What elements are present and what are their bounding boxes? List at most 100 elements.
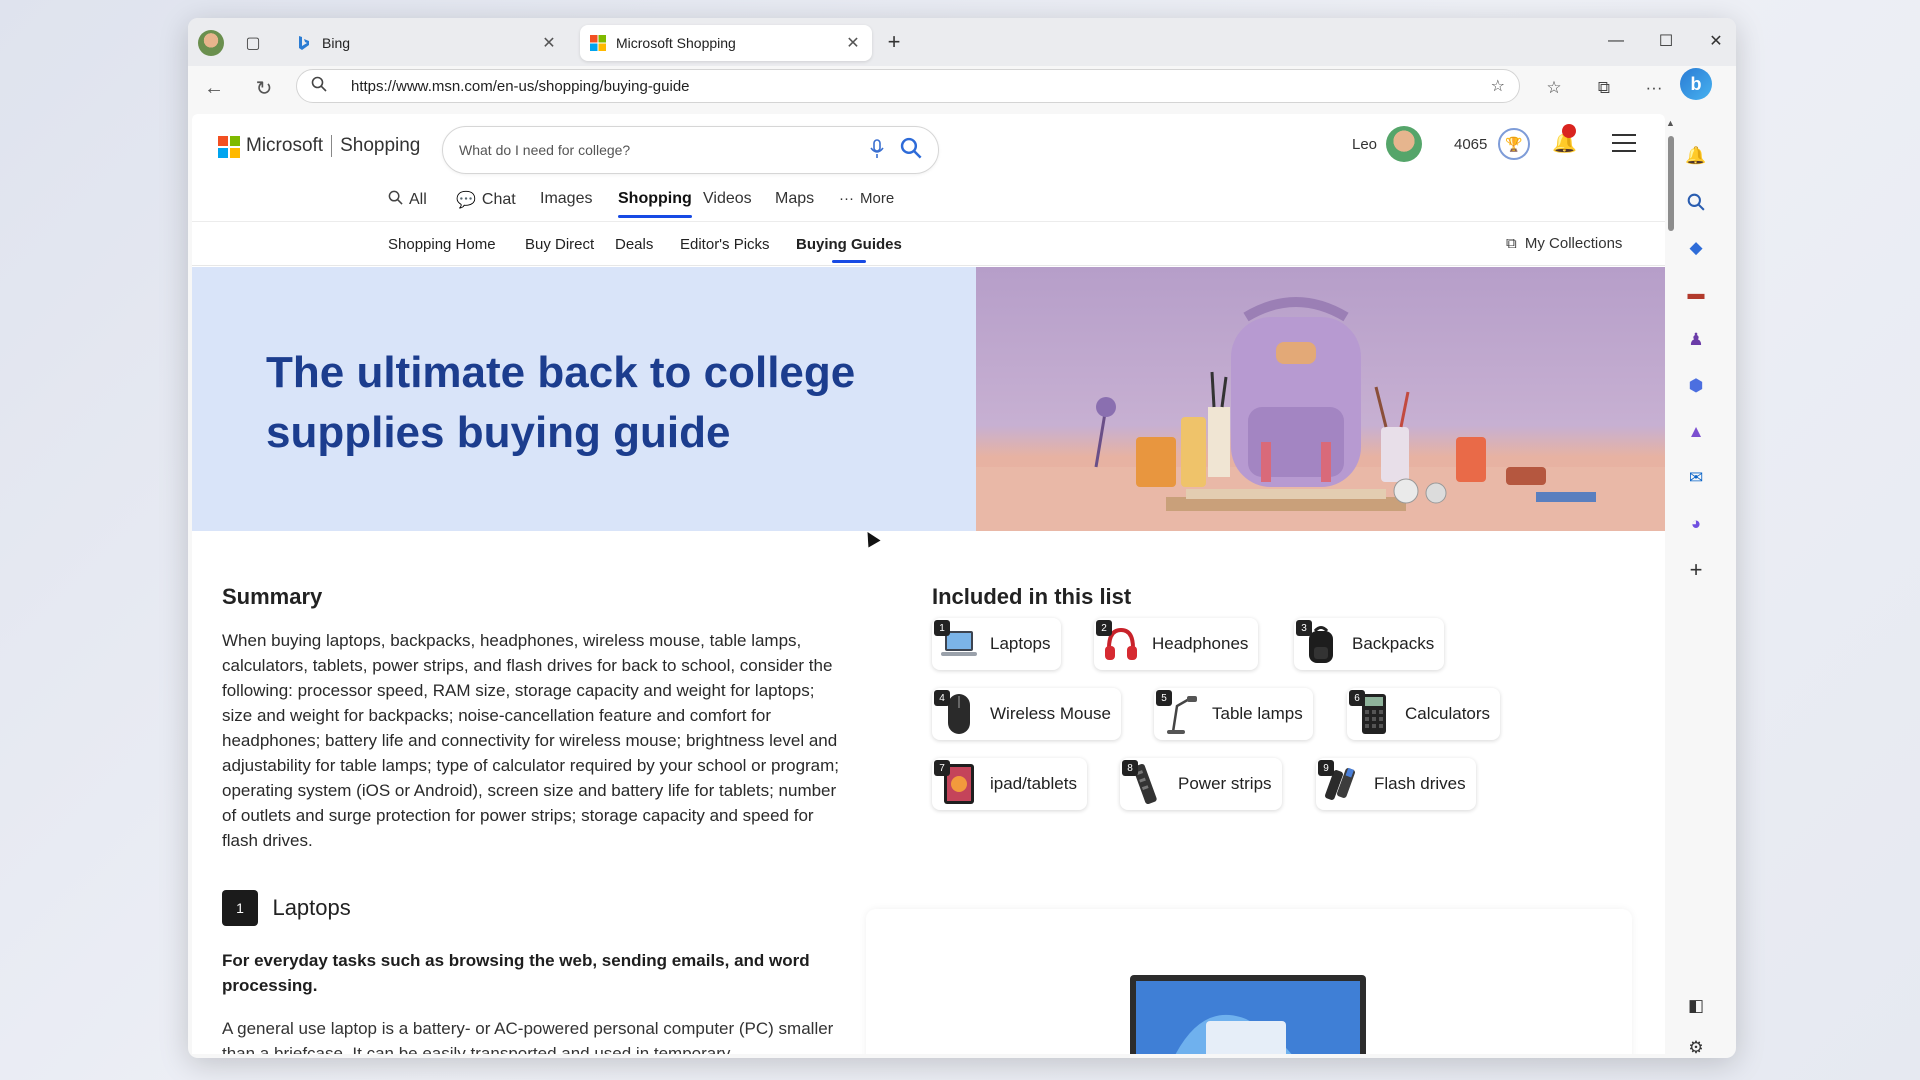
scope-images[interactable]: Images xyxy=(540,190,592,208)
sidebar-settings-icon[interactable]: ⚙ xyxy=(1680,1032,1712,1058)
search-icon xyxy=(388,190,403,210)
profile-avatar[interactable] xyxy=(198,30,224,56)
list-item-table-lamps[interactable]: 5 Table lamps xyxy=(1154,688,1313,740)
mouse-icon: 4 xyxy=(932,688,986,740)
add-favorite-icon[interactable]: ☆ xyxy=(1491,76,1505,96)
subnav-shopping-home[interactable]: Shopping Home xyxy=(388,236,496,253)
maximize-button[interactable]: ☐ xyxy=(1648,26,1684,56)
outlook-icon[interactable]: ✉ xyxy=(1680,462,1712,494)
power-strip-icon: 8 xyxy=(1120,758,1174,810)
summary-text: When buying laptops, backpacks, headphon… xyxy=(222,631,840,850)
collections-icon: ⧉ xyxy=(1506,235,1517,252)
my-collections-button[interactable]: ⧉ My Collections xyxy=(1506,235,1622,252)
section-title: Laptops xyxy=(272,895,351,920)
site-brand[interactable]: Microsoft Shopping xyxy=(246,135,420,157)
more-icon: ··· xyxy=(839,190,854,207)
tab-bing[interactable]: Bing ✕ xyxy=(286,25,568,61)
url-text: https://www.msn.com/en-us/shopping/buyin… xyxy=(351,77,690,95)
list-item-ipad-tablets[interactable]: 7 ipad/tablets xyxy=(932,758,1087,810)
microphone-icon[interactable] xyxy=(870,139,884,164)
hamburger-menu-icon[interactable] xyxy=(1612,134,1636,152)
search-submit-icon[interactable] xyxy=(900,137,922,165)
section-tagline: For everyday tasks such as browsing the … xyxy=(222,951,810,995)
section-name: Shopping xyxy=(340,135,421,156)
laptop-icon: 1 xyxy=(932,618,986,670)
page-title: The ultimate back to college supplies bu… xyxy=(266,348,856,457)
calculator-icon: 6 xyxy=(1347,688,1401,740)
page-scrollbar[interactable]: ▲ xyxy=(1666,118,1676,1048)
subnav-deals[interactable]: Deals xyxy=(615,236,653,253)
tab-title: Microsoft Shopping xyxy=(616,35,736,51)
close-tab-icon[interactable]: ✕ xyxy=(844,33,862,53)
minimize-button[interactable]: — xyxy=(1598,26,1634,56)
scope-shopping[interactable]: Shopping xyxy=(618,190,692,218)
chat-icon: 💬 xyxy=(456,192,476,209)
add-sidebar-icon[interactable]: + xyxy=(1680,554,1712,586)
included-list: Included in this list 1 Laptops 2 Headph… xyxy=(932,584,1552,810)
product-card[interactable] xyxy=(866,909,1632,1054)
scrollbar-thumb[interactable] xyxy=(1668,136,1674,231)
subnav-editors-picks[interactable]: Editor's Picks xyxy=(680,236,770,253)
search-icon xyxy=(311,76,333,96)
tab-actions-icon[interactable]: ▢ xyxy=(242,32,264,54)
list-item-calculators[interactable]: 6 Calculators xyxy=(1347,688,1501,740)
tab-microsoft-shopping[interactable]: Microsoft Shopping ✕ xyxy=(580,25,872,61)
microsoft365-icon[interactable]: ⬢ xyxy=(1680,370,1712,402)
tools-icon[interactable]: ▬ xyxy=(1680,278,1712,310)
notification-icon[interactable]: 🔔 xyxy=(1680,140,1712,172)
edge-sidebar: 🔔 ◆ ▬ ♟ ⬢ ▲ ✉ ◕ + ◧ ⚙ xyxy=(1676,108,1716,1058)
list-item-laptops[interactable]: 1 Laptops xyxy=(932,618,1061,670)
shopping-subnav: Shopping Home Buy Direct Deals Editor's … xyxy=(192,222,1665,266)
close-tab-icon[interactable]: ✕ xyxy=(540,33,558,53)
rewards-points[interactable]: 4065 xyxy=(1454,136,1487,153)
copilot-icon[interactable]: b xyxy=(1680,68,1712,100)
favorites-icon[interactable]: ☆ xyxy=(1540,74,1568,102)
messenger-icon[interactable]: ◕ xyxy=(1680,508,1712,540)
scope-more[interactable]: ··· More xyxy=(839,190,894,207)
scope-maps[interactable]: Maps xyxy=(775,190,814,208)
avatar[interactable] xyxy=(1386,126,1422,162)
shopping-tag-icon[interactable]: ◆ xyxy=(1680,232,1712,264)
games-icon[interactable]: ♟ xyxy=(1680,324,1712,356)
microsoft-logo-icon[interactable] xyxy=(218,136,240,158)
refresh-icon[interactable]: ↻ xyxy=(250,74,278,102)
address-bar[interactable]: https://www.msn.com/en-us/shopping/buyin… xyxy=(296,69,1520,103)
scope-videos[interactable]: Videos xyxy=(703,190,752,208)
list-item-headphones[interactable]: 2 Headphones xyxy=(1094,618,1259,670)
collections-icon[interactable]: ⧉ xyxy=(1590,74,1618,102)
list-item-flash-drives[interactable]: 9 Flash drives xyxy=(1316,758,1476,810)
list-item-power-strips[interactable]: 8 Power strips xyxy=(1120,758,1282,810)
search-input[interactable]: What do I need for college? xyxy=(442,126,939,174)
settings-more-icon[interactable]: ··· xyxy=(1640,74,1668,102)
notifications-icon[interactable]: 🔔 xyxy=(1552,124,1577,155)
browser-window: ▢ Bing ✕ Microsoft Shopping ✕ + — ☐ ✕ ← … xyxy=(188,18,1736,1058)
backpack-icon: 3 xyxy=(1294,618,1348,670)
new-tab-button[interactable]: + xyxy=(882,29,906,54)
search-icon[interactable] xyxy=(1680,186,1712,218)
microsoft-logo-icon xyxy=(590,35,606,51)
tablet-icon: 7 xyxy=(932,758,986,810)
rewards-icon[interactable]: 🏆 xyxy=(1498,128,1530,160)
close-window-button[interactable]: ✕ xyxy=(1698,26,1734,56)
page-content: Microsoft Shopping What do I need for co… xyxy=(192,114,1665,1054)
scroll-up-icon[interactable]: ▲ xyxy=(1666,118,1675,128)
summary-section: Summary When buying laptops, backpacks, … xyxy=(222,584,842,853)
list-item-wireless-mouse[interactable]: 4 Wireless Mouse xyxy=(932,688,1121,740)
list-item-backpacks[interactable]: 3 Backpacks xyxy=(1294,618,1445,670)
back-icon[interactable]: ← xyxy=(200,74,228,102)
tab-title: Bing xyxy=(322,35,351,51)
headphones-icon: 2 xyxy=(1094,618,1148,670)
drop-icon[interactable]: ▲ xyxy=(1680,416,1712,448)
included-heading: Included in this list xyxy=(932,584,1132,609)
subnav-buy-direct[interactable]: Buy Direct xyxy=(525,236,594,253)
search-placeholder: What do I need for college? xyxy=(459,142,631,158)
flash-drive-icon: 9 xyxy=(1316,758,1370,810)
user-name[interactable]: Leo xyxy=(1352,136,1377,153)
search-scopes: All 💬 Chat Images Shopping Videos Maps ·… xyxy=(192,178,1665,222)
sidebar-toggle-icon[interactable]: ◧ xyxy=(1680,990,1712,1022)
hero-image-backpack xyxy=(976,267,1665,531)
scope-chat[interactable]: 💬 Chat xyxy=(456,190,516,210)
section-description: A general use laptop is a battery- or AC… xyxy=(222,1019,834,1054)
scope-all[interactable]: All xyxy=(388,190,427,210)
subnav-buying-guides[interactable]: Buying Guides xyxy=(796,236,902,263)
